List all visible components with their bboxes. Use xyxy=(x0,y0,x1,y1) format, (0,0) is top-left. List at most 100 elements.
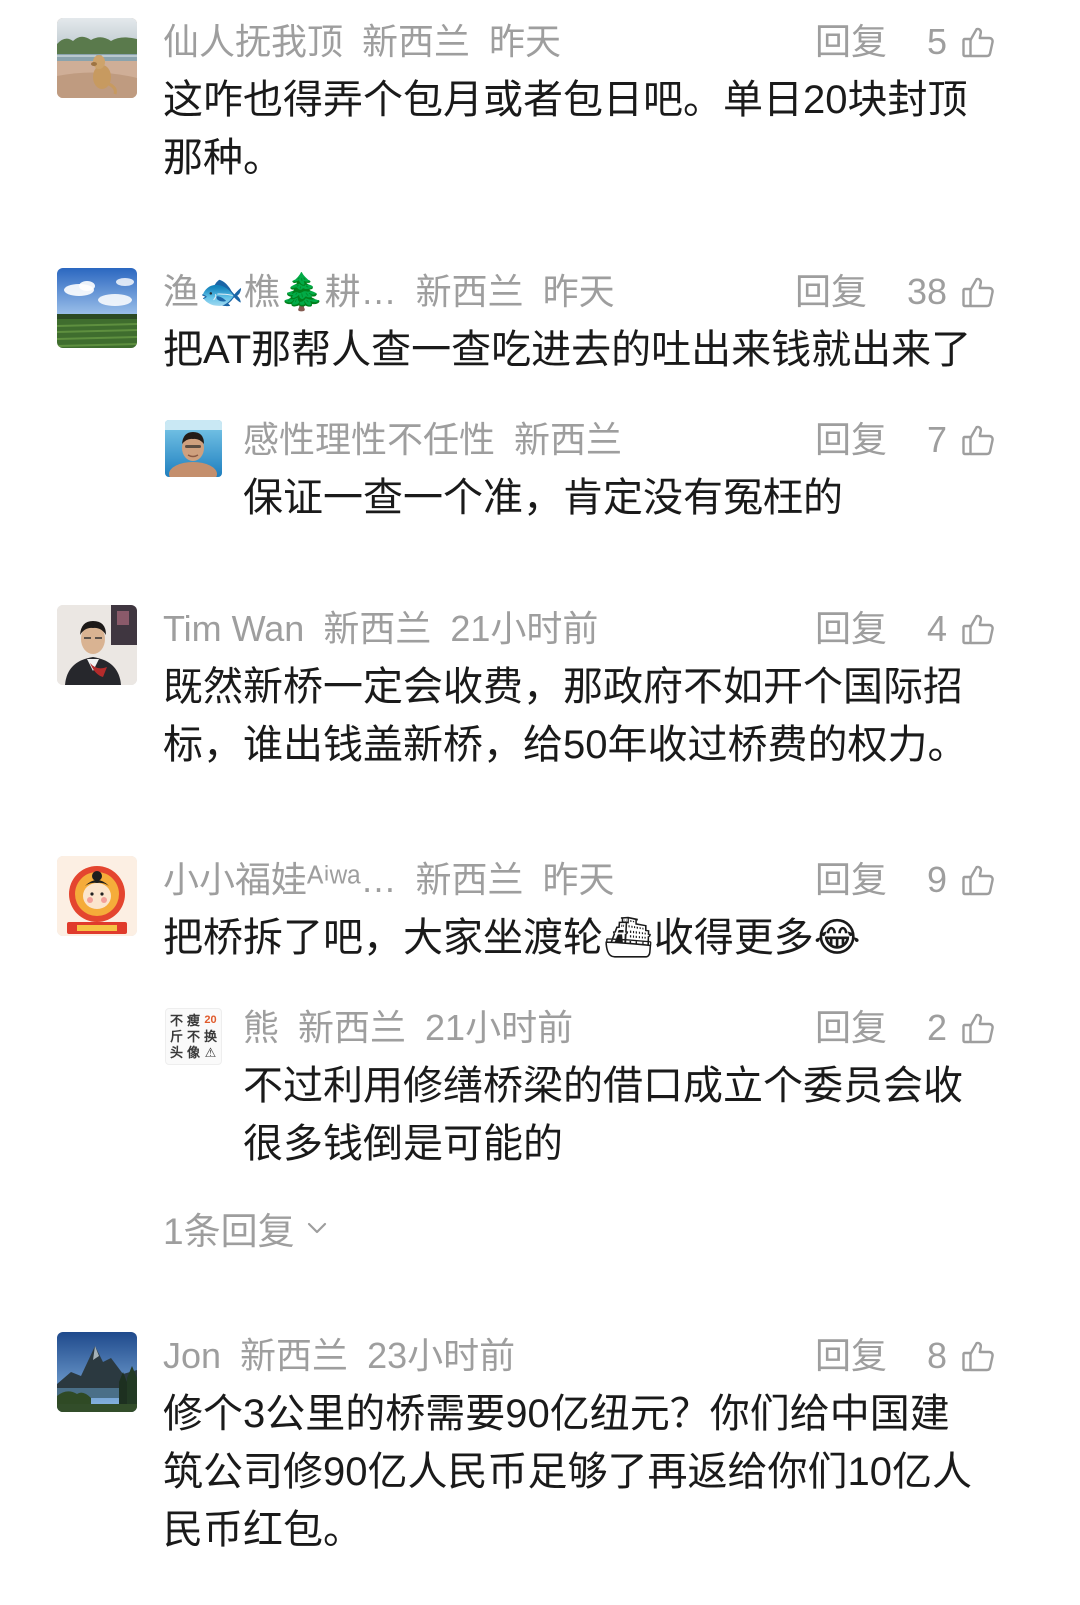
reply-actions: 回复 2 xyxy=(815,1004,996,1052)
expand-replies-label: 1条回复 xyxy=(163,1211,295,1252)
like-count: 38 xyxy=(906,271,947,312)
comment-header: 渔🐟樵🌲耕… 新西兰 昨天 回复 38 xyxy=(163,268,996,316)
thumbs-up-icon[interactable] xyxy=(960,1338,996,1374)
avatar[interactable] xyxy=(57,856,137,936)
comment-meta: Jon 新西兰 23小时前 xyxy=(163,1332,515,1380)
avatar-text-char: 20 xyxy=(204,1013,217,1026)
avatar-image xyxy=(57,268,137,348)
timestamp: 21小时前 xyxy=(425,1007,574,1048)
reply-button[interactable]: 回复 xyxy=(815,18,887,66)
reply-actions: 回复 7 xyxy=(815,416,996,464)
avatar-image xyxy=(57,856,137,936)
avatar-text-char: 头 xyxy=(169,1045,183,1061)
location-label: 新西兰 xyxy=(240,1335,349,1376)
location-label: 新西兰 xyxy=(514,419,623,460)
avatar[interactable] xyxy=(57,605,137,685)
reply-meta: 感性理性不任性 新西兰 xyxy=(243,416,622,464)
avatar[interactable]: 不 瘦 20 斤 不 换 头 像 ⚠ xyxy=(165,1008,222,1065)
like-count: 2 xyxy=(926,1007,947,1048)
username[interactable]: 渔🐟樵🌲耕… xyxy=(163,268,397,316)
comment-list: 仙人抚我顶 新西兰 昨天 回复 5 这咋也得弄个包月或者包日吧。单日20块封顶那… xyxy=(0,0,1080,1605)
username[interactable]: Jon xyxy=(163,1332,221,1380)
chevron-down-icon xyxy=(307,1222,326,1234)
username[interactable]: 小小福娃ᴬⁱʷᵃ… xyxy=(163,856,396,904)
like-count: 8 xyxy=(926,1335,947,1376)
expand-replies-button[interactable]: 1条回复 xyxy=(163,1204,327,1252)
comment-text: 把桥拆了吧，大家坐渡轮⛴收得更多😂 xyxy=(163,916,861,960)
reply-button[interactable]: 回复 xyxy=(815,856,887,904)
thumbs-up-icon[interactable] xyxy=(960,274,996,310)
username[interactable]: Tim Wan xyxy=(163,605,304,653)
reply-button[interactable]: 回复 xyxy=(815,605,887,653)
avatar-text-char: 换 xyxy=(203,1028,217,1044)
avatar-image xyxy=(57,605,137,685)
location-label: 新西兰 xyxy=(415,271,524,312)
reply-meta: 熊 新西兰 21小时前 xyxy=(243,1004,573,1052)
avatar-image xyxy=(57,1332,137,1412)
thumbs-up-icon[interactable] xyxy=(960,24,996,60)
like-count: 4 xyxy=(926,608,947,649)
comment-header: Jon 新西兰 23小时前 回复 8 xyxy=(163,1332,996,1380)
reply-header: 感性理性不任性 新西兰 回复 7 xyxy=(243,416,996,464)
location-label: 新西兰 xyxy=(362,21,471,62)
like-button[interactable]: 2 xyxy=(927,1004,996,1052)
comment-actions: 回复 5 xyxy=(815,18,996,66)
reply-button[interactable]: 回复 xyxy=(795,268,867,316)
thumbs-up-icon[interactable] xyxy=(960,422,996,458)
like-button[interactable]: 8 xyxy=(927,1332,996,1380)
comment-actions: 回复 9 xyxy=(815,856,996,904)
comment-text: 这咋也得弄个包月或者包日吧。单日20块封顶那种。 xyxy=(163,78,968,180)
avatar-text-char: 不 xyxy=(186,1028,200,1044)
comment-meta: 小小福娃ᴬⁱʷᵃ… 新西兰 昨天 xyxy=(163,856,615,904)
timestamp: 昨天 xyxy=(489,21,562,62)
comment-header: 小小福娃ᴬⁱʷᵃ… 新西兰 昨天 回复 9 xyxy=(163,856,996,904)
avatar-image xyxy=(165,420,222,477)
comment-meta: 仙人抚我顶 新西兰 昨天 xyxy=(163,18,561,66)
avatar[interactable] xyxy=(57,1332,137,1412)
avatar-text-char: 瘦 xyxy=(186,1012,200,1028)
like-button[interactable]: 4 xyxy=(927,605,996,653)
like-count: 9 xyxy=(926,859,947,900)
thumbs-up-icon[interactable] xyxy=(960,1010,996,1046)
comment-text: 既然新桥一定会收费，那政府不如开个国际招标，谁出钱盖新桥，给50年收过桥费的权力… xyxy=(163,665,968,767)
like-count: 7 xyxy=(926,419,947,460)
avatar[interactable] xyxy=(57,18,137,98)
timestamp: 昨天 xyxy=(542,859,615,900)
username[interactable]: 感性理性不任性 xyxy=(243,416,495,464)
location-label: 新西兰 xyxy=(298,1007,407,1048)
reply-header: 熊 新西兰 21小时前 回复 2 xyxy=(243,1004,996,1052)
like-button[interactable]: 38 xyxy=(907,268,996,316)
avatar-text-char: 不 xyxy=(169,1012,183,1028)
comment-text: 把AT那帮人查一查吃进去的吐出来钱就出来了 xyxy=(163,328,972,372)
comment-meta: 渔🐟樵🌲耕… 新西兰 昨天 xyxy=(163,268,615,316)
comment-header: Tim Wan 新西兰 21小时前 回复 4 xyxy=(163,605,996,653)
like-button[interactable]: 9 xyxy=(927,856,996,904)
username[interactable]: 熊 xyxy=(243,1004,279,1052)
like-count: 5 xyxy=(926,21,947,62)
warning-icon: ⚠ xyxy=(204,1045,217,1061)
comment-actions: 回复 4 xyxy=(815,605,996,653)
avatar[interactable] xyxy=(57,268,137,348)
comment-actions: 回复 38 xyxy=(795,268,996,316)
reply-text: 不过利用修缮桥梁的借口成立个委员会收很多钱倒是可能的 xyxy=(243,1064,963,1166)
reply-button[interactable]: 回复 xyxy=(815,416,887,464)
location-label: 新西兰 xyxy=(415,859,524,900)
comment-actions: 回复 8 xyxy=(815,1332,996,1380)
comment-header: 仙人抚我顶 新西兰 昨天 回复 5 xyxy=(163,18,996,66)
avatar-image xyxy=(57,18,137,98)
like-button[interactable]: 7 xyxy=(927,416,996,464)
thumbs-up-icon[interactable] xyxy=(960,611,996,647)
avatar-text-char: 像 xyxy=(186,1045,200,1061)
avatar[interactable] xyxy=(165,420,222,477)
timestamp: 昨天 xyxy=(542,271,615,312)
reply-text: 保证一查一个准，肯定没有冤枉的 xyxy=(243,476,843,520)
timestamp: 23小时前 xyxy=(367,1335,516,1376)
timestamp: 21小时前 xyxy=(450,608,599,649)
username[interactable]: 仙人抚我顶 xyxy=(163,18,343,66)
reply-button[interactable]: 回复 xyxy=(815,1332,887,1380)
like-button[interactable]: 5 xyxy=(927,18,996,66)
comment-text: 修个3公里的桥需要90亿纽元？你们给中国建筑公司修90亿人民币足够了再返给你们1… xyxy=(163,1392,972,1552)
thumbs-up-icon[interactable] xyxy=(960,862,996,898)
reply-button[interactable]: 回复 xyxy=(815,1004,887,1052)
avatar-text-char: 斤 xyxy=(169,1028,183,1044)
